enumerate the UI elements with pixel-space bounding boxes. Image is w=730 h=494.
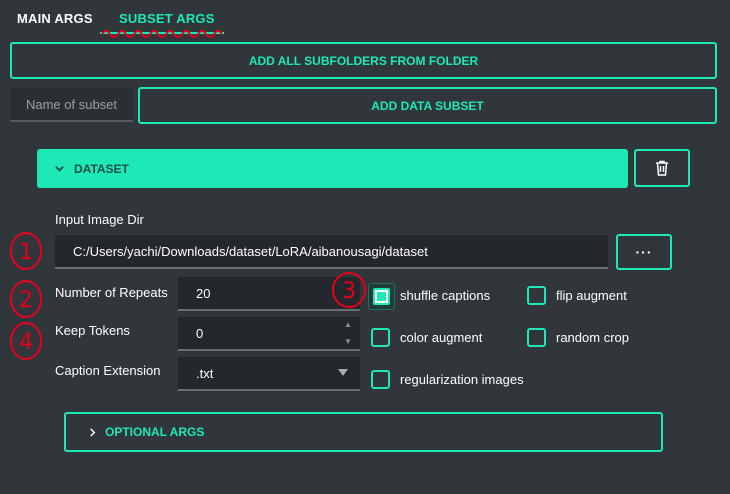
tab-subset-args[interactable]: SUBSET ARGS [119,11,215,26]
color-augment-checkbox[interactable] [371,328,390,347]
optional-args-accordion[interactable]: OPTIONAL ARGS [64,412,663,452]
annotation-number-4: 4 [19,330,33,355]
random-crop-label: random crop [556,330,629,345]
trash-icon [656,160,668,176]
caption-extension-label: Caption Extension [55,363,161,378]
chevron-right-icon [90,427,96,437]
spin-down-icon[interactable]: ▼ [344,337,352,346]
number-of-repeats-value: 20 [196,285,211,301]
annotation-circle-1: 1 [10,232,42,270]
annotation-circle-4: 4 [10,322,42,360]
flip-augment-checkbox[interactable] [527,286,546,305]
regularization-images-checkbox[interactable] [371,370,390,389]
shuffle-captions-label: shuffle captions [400,288,491,303]
annotation-circle-3: 3 [332,272,366,308]
browse-button[interactable]: ··· [616,234,672,270]
number-of-repeats-label: Number of Repeats [55,285,168,300]
input-image-dir-field[interactable]: C:/Users/yachi/Downloads/dataset/LoRA/ai… [55,235,608,269]
annotation-number-1: 1 [19,240,33,265]
keep-tokens-label: Keep Tokens [55,323,130,338]
tab-main-args[interactable]: MAIN ARGS [17,11,93,26]
annotation-number-2: 2 [19,288,33,313]
add-all-subfolders-button[interactable]: ADD ALL SUBFOLDERS FROM FOLDER [10,42,717,79]
input-image-dir-value: C:/Users/yachi/Downloads/dataset/LoRA/ai… [73,243,428,259]
shuffle-captions-checkbox[interactable] [368,283,395,310]
regularization-images-label: regularization images [400,372,524,387]
caption-extension-select[interactable]: .txt [178,357,360,391]
squiggle-annotation [101,30,223,38]
dataset-accordion-header[interactable]: DATASET [37,149,628,188]
random-crop-checkbox[interactable] [527,328,546,347]
chevron-down-icon [55,166,64,172]
optional-args-title: OPTIONAL ARGS [105,425,205,439]
checkbox-checked-icon [373,288,390,305]
dataset-title: DATASET [74,161,129,176]
input-image-dir-label: Input Image Dir [55,212,144,227]
flip-augment-label: flip augment [556,288,627,303]
annotation-number-3: 3 [342,279,356,304]
dropdown-arrow-icon [338,369,348,376]
annotation-circle-2: 2 [10,280,42,318]
caption-extension-value: .txt [196,365,214,381]
subset-name-input[interactable]: Name of subset [10,88,133,122]
add-data-subset-button[interactable]: ADD DATA SUBSET [138,87,717,124]
delete-subset-button[interactable] [634,149,690,187]
keep-tokens-value: 0 [196,325,204,341]
spin-up-icon[interactable]: ▲ [344,320,352,329]
keep-tokens-field[interactable]: 0 ▲ ▼ [178,317,360,351]
color-augment-label: color augment [400,330,483,345]
